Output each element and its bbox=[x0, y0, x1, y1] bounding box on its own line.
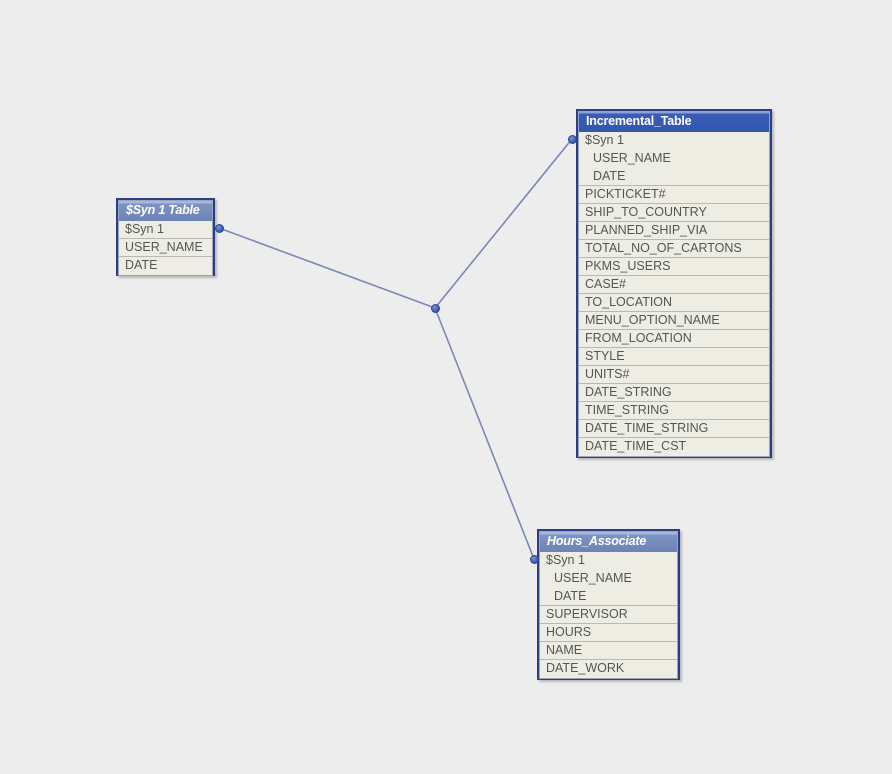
table-field-row[interactable]: CASE# bbox=[579, 276, 769, 294]
table-box-incremental-table[interactable]: Incremental_Table $Syn 1 USER_NAME DATE PICK… bbox=[576, 109, 772, 458]
table-field-row[interactable]: FROM_LOCATION bbox=[579, 330, 769, 348]
table-box-hours-associate-table[interactable]: Hours_Associate $Syn 1 USER_NAME DATE SUPERV… bbox=[537, 529, 680, 680]
table-field-list: $Syn 1 USER_NAME DATE SUPERVISOR HOURS NAME DA… bbox=[540, 552, 677, 678]
table-field-row[interactable]: $Syn 1 bbox=[119, 221, 212, 239]
table-box-syn1-table[interactable]: $Syn 1 Table $Syn 1 USER_NAME DATE bbox=[116, 198, 215, 276]
table-field-row[interactable]: SHIP_TO_COUNTRY bbox=[579, 204, 769, 222]
table-field-row[interactable]: HOURS bbox=[540, 624, 677, 642]
link-syn1-to-junction[interactable] bbox=[218, 227, 436, 309]
connector-endpoint-dot[interactable] bbox=[214, 223, 224, 233]
table-title-syn1-table[interactable]: $Syn 1 Table bbox=[119, 201, 212, 221]
table-inner-frame: Hours_Associate $Syn 1 USER_NAME DATE SUPERV… bbox=[539, 531, 678, 679]
table-title-hours-associate-table[interactable]: Hours_Associate bbox=[540, 532, 677, 552]
table-field-row[interactable]: PICKTICKET# bbox=[579, 186, 769, 204]
table-field-row[interactable]: DATE bbox=[540, 588, 677, 606]
connector-endpoint-dot[interactable] bbox=[529, 554, 539, 564]
table-field-list: $Syn 1 USER_NAME DATE bbox=[119, 221, 212, 275]
link-junction-to-incremental[interactable] bbox=[434, 138, 573, 309]
table-field-row[interactable]: NAME bbox=[540, 642, 677, 660]
table-field-row[interactable]: TIME_STRING bbox=[579, 402, 769, 420]
table-field-row[interactable]: DATE_STRING bbox=[579, 384, 769, 402]
table-inner-frame: Incremental_Table $Syn 1 USER_NAME DATE PICK… bbox=[578, 111, 770, 457]
table-field-row[interactable]: USER_NAME bbox=[119, 239, 212, 257]
table-field-row[interactable]: SUPERVISOR bbox=[540, 606, 677, 624]
table-field-row[interactable]: DATE bbox=[119, 257, 212, 275]
table-field-row[interactable]: USER_NAME bbox=[579, 150, 769, 168]
table-field-row[interactable]: UNITS# bbox=[579, 366, 769, 384]
table-field-row[interactable]: $Syn 1 bbox=[579, 132, 769, 150]
table-field-row[interactable]: PKMS_USERS bbox=[579, 258, 769, 276]
junction-dot[interactable] bbox=[430, 303, 440, 313]
table-field-row[interactable]: TOTAL_NO_OF_CARTONS bbox=[579, 240, 769, 258]
connector-endpoint-dot[interactable] bbox=[567, 134, 577, 144]
table-field-row[interactable]: USER_NAME bbox=[540, 570, 677, 588]
table-field-row[interactable]: DATE_TIME_CST bbox=[579, 438, 769, 456]
table-field-row[interactable]: DATE_TIME_STRING bbox=[579, 420, 769, 438]
data-model-canvas[interactable]: $Syn 1 Table $Syn 1 USER_NAME DATE Increment… bbox=[0, 0, 892, 774]
link-junction-to-hours[interactable] bbox=[434, 307, 535, 560]
table-field-row[interactable]: $Syn 1 bbox=[540, 552, 677, 570]
table-field-row[interactable]: PLANNED_SHIP_VIA bbox=[579, 222, 769, 240]
table-field-row[interactable]: MENU_OPTION_NAME bbox=[579, 312, 769, 330]
table-field-row[interactable]: DATE bbox=[579, 168, 769, 186]
table-title-incremental-table[interactable]: Incremental_Table bbox=[579, 112, 769, 132]
table-field-row[interactable]: STYLE bbox=[579, 348, 769, 366]
table-inner-frame: $Syn 1 Table $Syn 1 USER_NAME DATE bbox=[118, 200, 213, 276]
table-field-row[interactable]: TO_LOCATION bbox=[579, 294, 769, 312]
table-field-list: $Syn 1 USER_NAME DATE PICKTICKET# SHIP_TO_CO… bbox=[579, 132, 769, 456]
table-field-row[interactable]: DATE_WORK bbox=[540, 660, 677, 678]
